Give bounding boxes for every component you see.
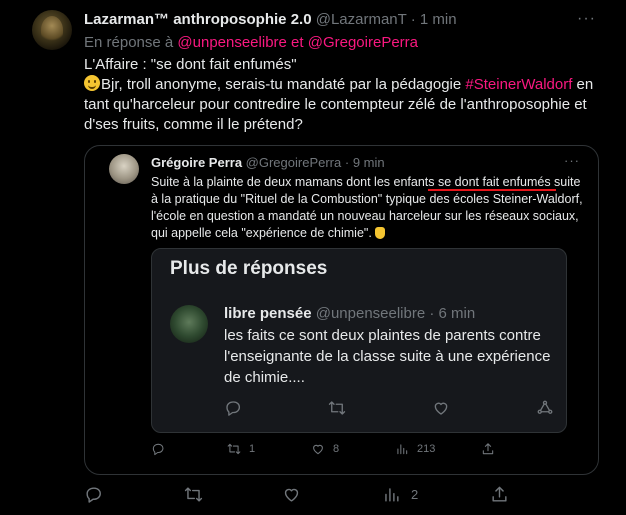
retweet-button[interactable] [184, 485, 213, 504]
quoted-author-name[interactable]: Grégoire Perra [151, 155, 242, 170]
quoted-text-highlight: se dont fait enfumés [438, 175, 551, 189]
quoted-author-avatar[interactable] [109, 154, 139, 184]
red-underline-annotation [428, 189, 556, 191]
quoted-author-handle[interactable]: @GregoirePerra [246, 155, 342, 170]
views-button[interactable]: 2 [382, 485, 418, 504]
quoted-tweet-actions: 1 8 213 [151, 442, 591, 462]
reply-join: et [291, 34, 304, 51]
quoted-retweet-button[interactable]: 1 [227, 442, 255, 456]
like-icon[interactable] [282, 485, 301, 504]
author-name[interactable]: Lazarman™ anthroposophie 2.0 [84, 11, 312, 28]
reply-button[interactable] [84, 485, 113, 504]
tweet-actions: 2 [84, 485, 604, 507]
separator-dot: · [429, 305, 435, 322]
separator-dot: · [410, 11, 416, 28]
reply-context: En réponse à @unpenseelibre et @Gregoire… [84, 34, 418, 51]
quoted-tweet-text: Suite à la plainte de deux mamans dont l… [151, 174, 589, 242]
quoted-tweet[interactable]: Grégoire Perra @GregoirePerra · 9 min ··… [84, 145, 599, 475]
reply-author-avatar[interactable] [170, 305, 208, 343]
author-handle[interactable]: @LazarmanT [316, 11, 407, 28]
quoted-reply-button[interactable] [151, 442, 173, 456]
like-icon[interactable] [432, 399, 450, 417]
mention-gregoireperra[interactable]: @GregoirePerra [308, 34, 418, 51]
quoted-like-button[interactable]: 8 [311, 442, 339, 456]
more-replies-title: Plus de réponses [170, 258, 328, 279]
retweet-icon[interactable] [227, 442, 241, 456]
reply-text: les faits ce sont deux plaintes de paren… [224, 327, 551, 386]
reply-icon[interactable] [84, 485, 103, 504]
reply-icon[interactable] [224, 399, 242, 417]
mention-unpenseelibre[interactable]: @unpenseelibre [177, 34, 286, 51]
quoted-tweet-time[interactable]: 9 min [353, 155, 385, 170]
like-button[interactable] [282, 485, 311, 504]
tweet[interactable]: Lazarman™ anthroposophie 2.0 @LazarmanT … [0, 0, 626, 515]
reply-time[interactable]: 6 min [439, 305, 476, 322]
more-icon[interactable]: ··· [564, 153, 580, 168]
views-icon[interactable] [382, 485, 401, 504]
reply-actions [224, 399, 554, 419]
share-icon[interactable] [490, 485, 509, 504]
tweet-line-1: L'Affaire : "se dont fait enfumés" [84, 56, 297, 73]
author-avatar[interactable] [32, 10, 72, 50]
more-replies-panel: Plus de réponses libre pensée @unpenseel… [151, 248, 567, 433]
hashtag-steinerwaldorf[interactable]: #SteinerWaldorf [465, 76, 572, 93]
quoted-views-count: 213 [417, 443, 436, 455]
tweet-time[interactable]: 1 min [420, 11, 457, 28]
quoted-retweet-count: 1 [249, 443, 256, 455]
reply-author-name[interactable]: libre pensée [224, 305, 312, 322]
quoted-share-button[interactable] [481, 442, 495, 456]
retweet-icon[interactable] [184, 485, 203, 504]
quoted-views-button[interactable]: 213 [395, 442, 435, 456]
tweet-text-before-hashtag: Bjr, troll anonyme, serais-tu mandaté pa… [101, 76, 466, 93]
share-icon[interactable] [536, 399, 554, 417]
reply-header: libre pensée @unpenseelibre · 6 min [224, 305, 475, 322]
smile-emoji-icon [84, 75, 100, 91]
tweet-line-2: Bjr, troll anonyme, serais-tu mandaté pa… [84, 75, 604, 135]
reply-prefix: En réponse à [84, 34, 174, 51]
retweet-icon[interactable] [328, 399, 346, 417]
tweet-text: L'Affaire : "se dont fait enfumés" Bjr, … [84, 55, 604, 135]
share-icon[interactable] [481, 442, 495, 456]
views-count: 2 [411, 487, 419, 502]
tweet-header: Lazarman™ anthroposophie 2.0 @LazarmanT … [84, 11, 457, 28]
point-down-emoji-icon [375, 227, 386, 239]
separator-dot: · [344, 155, 350, 170]
more-icon[interactable]: ··· [577, 10, 596, 28]
quoted-tweet-header: Grégoire Perra @GregoirePerra · 9 min [151, 155, 385, 170]
quoted-like-count: 8 [333, 443, 340, 455]
quoted-text-a: Suite à la plainte de deux mamans dont l… [151, 175, 438, 189]
reply-author-handle[interactable]: @unpenseelibre [316, 305, 425, 322]
share-button[interactable] [490, 485, 509, 504]
like-icon[interactable] [311, 442, 325, 456]
reply-icon[interactable] [151, 442, 165, 456]
views-icon[interactable] [395, 442, 409, 456]
